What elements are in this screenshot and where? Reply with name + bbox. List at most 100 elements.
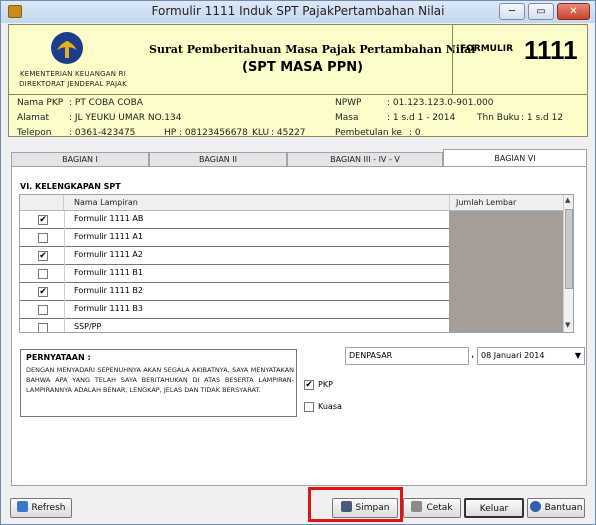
row-separator bbox=[64, 319, 65, 332]
cetak-button[interactable]: Cetak bbox=[403, 498, 461, 518]
row-separator bbox=[64, 211, 65, 229]
table-row[interactable]: Formulir 1111 B1 bbox=[20, 265, 563, 283]
row-count-cell[interactable] bbox=[449, 247, 563, 265]
row-count-cell[interactable] bbox=[449, 319, 563, 332]
row-checkbox[interactable]: ✔ bbox=[38, 251, 48, 261]
row-name: Formulir 1111 B1 bbox=[74, 268, 143, 277]
row-count-cell[interactable] bbox=[449, 229, 563, 247]
title-bar[interactable]: Formulir 1111 Induk SPT PajakPertambahan… bbox=[1, 1, 595, 23]
npwp-value: : 01.123.123.0-901.000 bbox=[387, 98, 494, 108]
maximize-button[interactable]: ▭ bbox=[528, 3, 554, 20]
row-checkbox[interactable] bbox=[38, 233, 48, 243]
row-name: Formulir 1111 A2 bbox=[74, 250, 143, 259]
statement-box: PERNYATAAN : DENGAN MENYADARI SEPENUHNYA… bbox=[20, 349, 297, 417]
taxpayer-info: Nama PKP : PT COBA COBA Alamat : JL YEUK… bbox=[8, 95, 588, 137]
row-checkbox[interactable]: ✔ bbox=[38, 287, 48, 297]
table-row[interactable]: ✔ Formulir 1111 AB bbox=[20, 211, 563, 229]
form-label: FORMULIR bbox=[460, 44, 514, 54]
section-title: VI. KELENGKAPAN SPT bbox=[20, 182, 121, 191]
attachment-grid: Nama Lampiran Jumlah Lembar ✔ Formulir 1… bbox=[19, 194, 574, 333]
grid-header-check bbox=[20, 195, 64, 211]
simpan-highlight-box bbox=[308, 487, 403, 522]
refresh-label: Refresh bbox=[31, 503, 66, 513]
city-date-comma: , bbox=[471, 349, 475, 360]
org-directorate: DIREKTORAT JENDERAL PAJAK bbox=[19, 80, 127, 88]
printer-icon bbox=[411, 501, 423, 512]
telepon-value: : 0361-423475 bbox=[69, 128, 136, 137]
grid-header-name[interactable]: Nama Lampiran bbox=[64, 195, 449, 211]
bantuan-label: Bantuan bbox=[544, 503, 583, 513]
tab-bagian-1[interactable]: BAGIAN I bbox=[11, 152, 149, 166]
row-checkbox[interactable] bbox=[38, 269, 48, 279]
klu-value: : 45227 bbox=[271, 128, 306, 137]
hp-value: : 08123456678 bbox=[179, 128, 248, 137]
keluar-label: Keluar bbox=[479, 504, 509, 514]
kuasa-checkbox[interactable] bbox=[304, 402, 314, 412]
klu-label: KLU bbox=[252, 128, 270, 137]
date-picker[interactable]: 08 Januari 2014 ▼ bbox=[477, 347, 585, 365]
row-checkbox[interactable]: ✔ bbox=[38, 215, 48, 225]
row-count-cell[interactable] bbox=[449, 211, 563, 229]
tab-bagian-3-4-5[interactable]: BAGIAN III - IV - V bbox=[287, 152, 443, 166]
row-separator bbox=[64, 283, 65, 301]
hp-label: HP bbox=[164, 128, 177, 137]
spt-window: Formulir 1111 Induk SPT PajakPertambahan… bbox=[0, 0, 596, 525]
table-row[interactable]: SSP/PP bbox=[20, 319, 563, 332]
row-name: Formulir 1111 AB bbox=[74, 214, 144, 223]
keluar-button[interactable]: Keluar bbox=[464, 498, 524, 518]
row-name: Formulir 1111 A1 bbox=[74, 232, 143, 241]
scroll-up-icon[interactable]: ▲ bbox=[565, 196, 570, 204]
row-separator bbox=[64, 265, 65, 283]
statement-title: PERNYATAAN : bbox=[26, 353, 91, 362]
form-title: Surat Pemberitahuan Masa Pajak Pertambah… bbox=[149, 43, 476, 56]
table-row[interactable]: Formulir 1111 B3 bbox=[20, 301, 563, 319]
row-name: Formulir 1111 B2 bbox=[74, 286, 143, 295]
grid-header-count[interactable]: Jumlah Lembar bbox=[449, 195, 563, 211]
row-count-cell[interactable] bbox=[449, 283, 563, 301]
form-subtitle: (SPT MASA PPN) bbox=[242, 60, 364, 75]
form-header: KEMENTERIAN KEUANGAN RI DIREKTORAT JENDE… bbox=[8, 24, 588, 95]
row-checkbox[interactable] bbox=[38, 305, 48, 315]
nama-label: Nama PKP bbox=[17, 98, 64, 108]
date-value: 08 Januari 2014 bbox=[481, 351, 545, 360]
tahun-buku-value: : 1 s.d 12 bbox=[521, 113, 564, 123]
table-row[interactable]: Formulir 1111 A1 bbox=[20, 229, 563, 247]
masa-value: : 1 s.d 1 - 2014 bbox=[387, 113, 456, 123]
row-name: SSP/PP bbox=[74, 322, 102, 331]
alamat-label: Alamat bbox=[17, 113, 49, 123]
bagian-6-panel: VI. KELENGKAPAN SPT Nama Lampiran Jumlah… bbox=[11, 166, 587, 486]
nama-value: : PT COBA COBA bbox=[69, 98, 143, 108]
chevron-down-icon[interactable]: ▼ bbox=[575, 348, 581, 364]
table-row[interactable]: ✔ Formulir 1111 B2 bbox=[20, 283, 563, 301]
pkp-checkbox[interactable]: ✔ bbox=[304, 380, 314, 390]
tahun-buku-label: Thn Buku bbox=[477, 113, 520, 123]
row-separator bbox=[64, 247, 65, 265]
row-count-cell[interactable] bbox=[449, 265, 563, 283]
close-button[interactable]: ✕ bbox=[557, 3, 590, 20]
tab-bagian-6[interactable]: BAGIAN VI bbox=[443, 149, 587, 167]
row-checkbox[interactable] bbox=[38, 323, 48, 332]
minimize-button[interactable]: ─ bbox=[499, 3, 525, 20]
row-count-cell[interactable] bbox=[449, 301, 563, 319]
section-tabs: BAGIAN I BAGIAN II BAGIAN III - IV - V B… bbox=[11, 149, 587, 167]
scroll-thumb[interactable] bbox=[565, 209, 573, 289]
pkp-label: PKP bbox=[318, 380, 333, 389]
header-divider bbox=[452, 25, 453, 94]
scroll-down-icon[interactable]: ▼ bbox=[565, 321, 570, 329]
refresh-button[interactable]: Refresh bbox=[10, 498, 72, 518]
tab-bagian-2[interactable]: BAGIAN II bbox=[149, 152, 287, 166]
form-number: 1111 bbox=[524, 35, 578, 65]
grid-scrollbar[interactable]: ▲ ▼ bbox=[563, 195, 573, 332]
pembetulan-value: : 0 bbox=[409, 128, 421, 137]
row-separator bbox=[64, 301, 65, 319]
refresh-icon bbox=[16, 501, 28, 512]
npwp-label: NPWP bbox=[335, 98, 362, 108]
statement-text: DENGAN MENYADARI SEPENUHNYA AKAN SEGALA … bbox=[26, 366, 294, 394]
garuda-logo-icon bbox=[51, 32, 83, 64]
city-input[interactable]: DENPASAR bbox=[345, 347, 469, 365]
row-name: Formulir 1111 B3 bbox=[74, 304, 143, 313]
bantuan-button[interactable]: Bantuan bbox=[527, 498, 585, 518]
telepon-label: Telepon bbox=[17, 128, 52, 137]
row-separator bbox=[64, 229, 65, 247]
table-row[interactable]: ✔ Formulir 1111 A2 bbox=[20, 247, 563, 265]
